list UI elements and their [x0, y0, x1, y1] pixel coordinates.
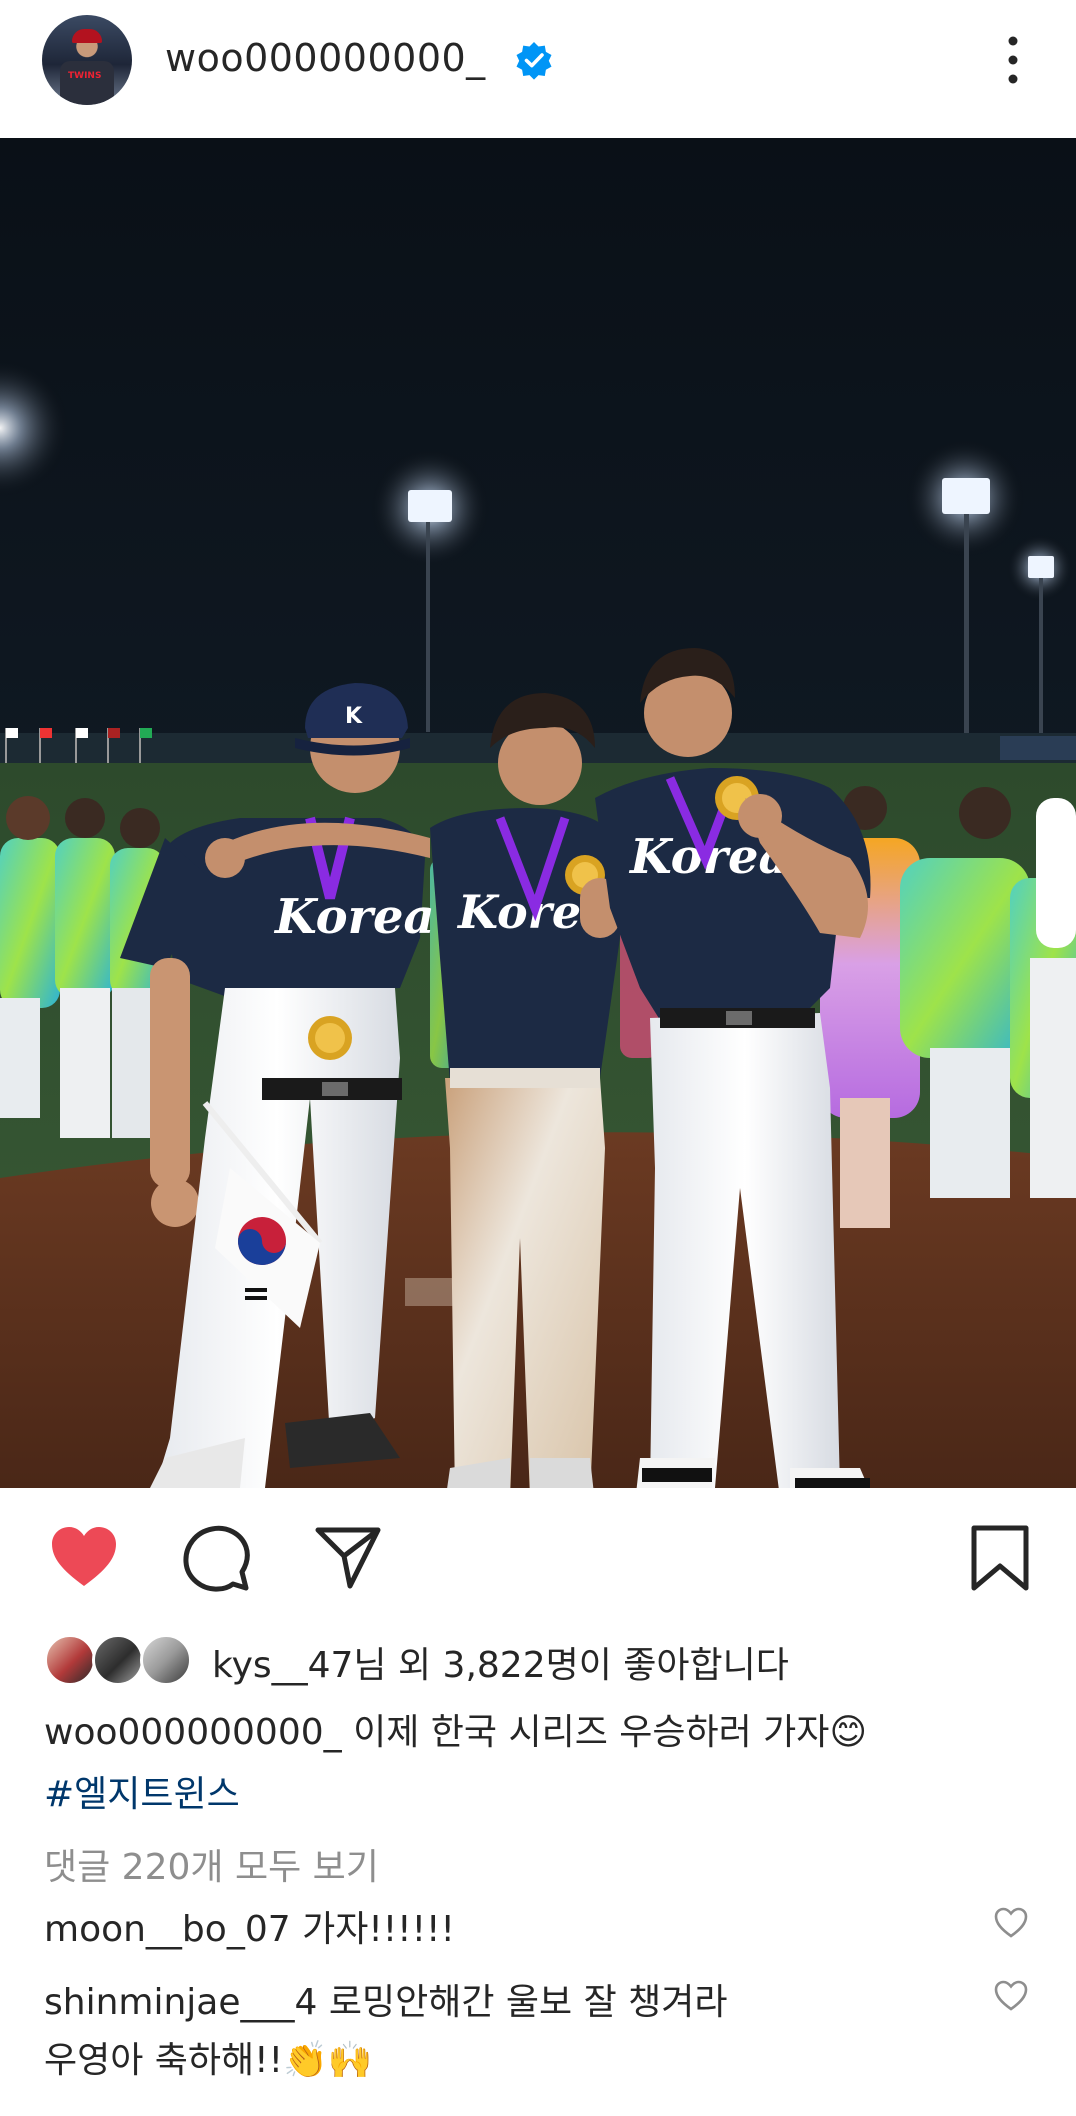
comment-item-continued: 우영아 축하해!!👏🙌 — [44, 2034, 373, 2088]
liker-avatar — [92, 1634, 144, 1686]
comment-item: moon__bo_07 가자!!!!!! — [44, 1903, 455, 1957]
profile-avatar[interactable]: TWINS — [42, 15, 132, 105]
post-author-username[interactable]: woo000000000_ — [165, 36, 486, 80]
post-caption: woo000000000_ 이제 한국 시리즈 우승하러 가자😊 — [44, 1705, 1044, 1761]
liker-avatar — [44, 1634, 96, 1686]
post-header: TWINS woo000000000_ — [0, 0, 1076, 138]
send-icon[interactable] — [312, 1522, 384, 1594]
comment-like-icon[interactable] — [993, 1978, 1029, 2014]
liker-avatar — [140, 1634, 192, 1686]
more-vertical-icon[interactable] — [1000, 34, 1026, 86]
comment-icon[interactable] — [180, 1522, 252, 1594]
cap-letter: K — [345, 704, 363, 729]
comment-username[interactable]: shinminjae___4 — [44, 1982, 317, 2023]
comment-like-icon[interactable] — [993, 1905, 1029, 1941]
comment-text: 가자!!!!!! — [302, 1909, 455, 1950]
comment-username[interactable]: moon__bo_07 — [44, 1909, 291, 1950]
comment-text: 로밍안해간 울보 잘 챙겨라 — [328, 1982, 728, 2023]
post-action-bar — [0, 1488, 1076, 1628]
jersey-text: Korea — [273, 889, 435, 945]
comment-text-line2: 우영아 축하해!! — [44, 2040, 284, 2081]
caption-username[interactable]: woo000000000_ — [44, 1712, 342, 1753]
post-photo[interactable]: Korea K Korea Korea — [0, 138, 1076, 1488]
hashtag-link[interactable]: #엘지트윈스 — [44, 1765, 240, 1817]
verified-badge-icon — [516, 42, 552, 80]
caption-text: 이제 한국 시리즈 우승하러 가자 — [353, 1712, 830, 1753]
clap-emoji: 👏🙌 — [283, 2040, 373, 2081]
comment-item: shinminjae___4 로밍안해간 울보 잘 챙겨라 — [44, 1976, 728, 2030]
view-all-comments-link[interactable]: 댓글 220개 모두 보기 — [44, 1838, 379, 1890]
heart-filled-icon[interactable] — [48, 1522, 120, 1594]
smile-emoji: 😊 — [829, 1712, 867, 1753]
bookmark-icon[interactable] — [964, 1522, 1036, 1594]
likes-text: kys__47님 외 3,822명이 좋아합니다 — [212, 1645, 789, 1686]
likes-summary[interactable]: kys__47님 외 3,822명이 좋아합니다 — [0, 1628, 1076, 1688]
